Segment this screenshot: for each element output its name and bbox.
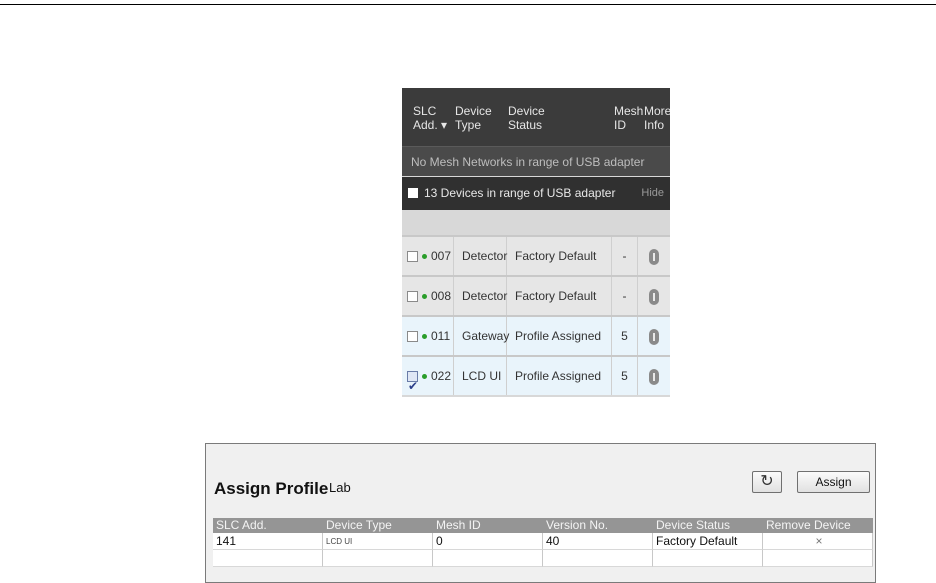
device-checkbox[interactable] (407, 251, 418, 262)
refresh-button[interactable]: ↻ (752, 471, 782, 493)
device-address: 011 (431, 329, 451, 343)
header-slc-address[interactable]: SLC Add. (213, 518, 323, 533)
device-address: 022 (431, 369, 452, 383)
device-type: Detector (454, 237, 507, 275)
header-remove-device[interactable]: Remove Device (763, 518, 873, 533)
info-icon[interactable] (649, 368, 659, 385)
more-info-cell (638, 317, 670, 355)
cell-address: 008 (402, 277, 454, 315)
status-dot-icon (422, 374, 427, 379)
empty-cell (433, 550, 543, 567)
status-dot-icon (422, 294, 427, 299)
column-slc-address[interactable]: SLC Add. ▾ (413, 104, 447, 132)
in-range-label: 13 Devices in range of USB adapter (424, 186, 616, 200)
device-checkbox[interactable] (407, 367, 418, 397)
status-dot-icon (422, 334, 427, 339)
mesh-id: 5 (612, 357, 638, 395)
device-list-panel: SLC Add. ▾ Device Type Device Status Mes… (402, 88, 670, 397)
info-icon[interactable] (649, 328, 659, 345)
assign-profile-title: Assign Profile (214, 479, 329, 498)
empty-cell (323, 550, 433, 567)
header-version[interactable]: Version No. (543, 518, 653, 533)
refresh-icon: ↻ (760, 473, 774, 490)
device-row[interactable]: 011 Gateway Profile Assigned 5 (402, 315, 670, 355)
table-header: SLC Add. Device Type Mesh ID Version No.… (213, 518, 873, 533)
cell-version: 40 (543, 533, 653, 550)
in-range-group: 13 Devices in range of USB adapter Hide (402, 177, 670, 210)
info-icon[interactable] (649, 248, 659, 265)
column-device-type[interactable]: Device Type (455, 104, 492, 132)
more-info-cell (638, 237, 670, 275)
empty-cell (763, 550, 873, 567)
header-mesh-id[interactable]: Mesh ID (433, 518, 543, 533)
device-checkbox[interactable] (407, 331, 418, 342)
device-status: Profile Assigned (507, 357, 612, 395)
assign-button[interactable]: Assign (797, 471, 870, 493)
remove-device-button[interactable]: × (763, 533, 873, 550)
top-rule (0, 4, 936, 5)
empty-cell (543, 550, 653, 567)
status-dot-icon (422, 254, 427, 259)
mesh-id: - (612, 277, 638, 315)
device-list-header: SLC Add. ▾ Device Type Device Status Mes… (402, 88, 670, 146)
assigned-devices-table: SLC Add. Device Type Mesh ID Version No.… (213, 518, 873, 567)
table-row-empty (213, 550, 873, 567)
profile-name: Lab (329, 480, 351, 495)
more-info-cell (638, 357, 670, 395)
empty-cell (653, 550, 763, 567)
column-more-info[interactable]: More Info (644, 104, 670, 132)
column-mesh-id[interactable]: Mesh ID (614, 104, 643, 132)
device-row[interactable]: 007 Detector Factory Default - (402, 235, 670, 275)
device-status: Factory Default (507, 237, 612, 275)
assign-profile-panel: Assign Profile Lab ↻ Assign SLC Add. Dev… (205, 443, 876, 583)
cell-mesh: 0 (433, 533, 543, 550)
header-device-status[interactable]: Device Status (653, 518, 763, 533)
no-mesh-message: No Mesh Networks in range of USB adapter (402, 146, 670, 176)
empty-cell (213, 550, 323, 567)
cell-status: Factory Default (653, 533, 763, 550)
device-row[interactable]: 022LCD UIProfile Assigned5 (402, 355, 670, 397)
select-all-checkbox[interactable] (408, 188, 418, 198)
device-checkbox[interactable] (407, 291, 418, 302)
cell-slc: 141 (213, 533, 323, 550)
more-info-cell (638, 277, 670, 315)
header-device-type[interactable]: Device Type (323, 518, 433, 533)
cell-address: 011 (402, 317, 454, 355)
hide-link[interactable]: Hide (641, 177, 664, 210)
device-type: LCD UI (454, 357, 507, 395)
mesh-id: - (612, 237, 638, 275)
device-type: Detector (454, 277, 507, 315)
device-status: Profile Assigned (507, 317, 612, 355)
device-row[interactable]: 008 Detector Factory Default - (402, 275, 670, 315)
cell-address: 022 (402, 357, 454, 397)
device-status: Factory Default (507, 277, 612, 315)
cell-address: 007 (402, 237, 454, 275)
info-icon[interactable] (649, 288, 659, 305)
device-type: Gateway (454, 317, 509, 355)
column-device-status[interactable]: Device Status (508, 104, 545, 132)
mesh-id: 5 (612, 317, 638, 355)
device-address: 007 (431, 249, 452, 263)
device-address: 008 (431, 289, 452, 303)
table-row[interactable]: 141 LCD UI 0 40 Factory Default × (213, 533, 873, 550)
cell-type: LCD UI (323, 533, 433, 550)
